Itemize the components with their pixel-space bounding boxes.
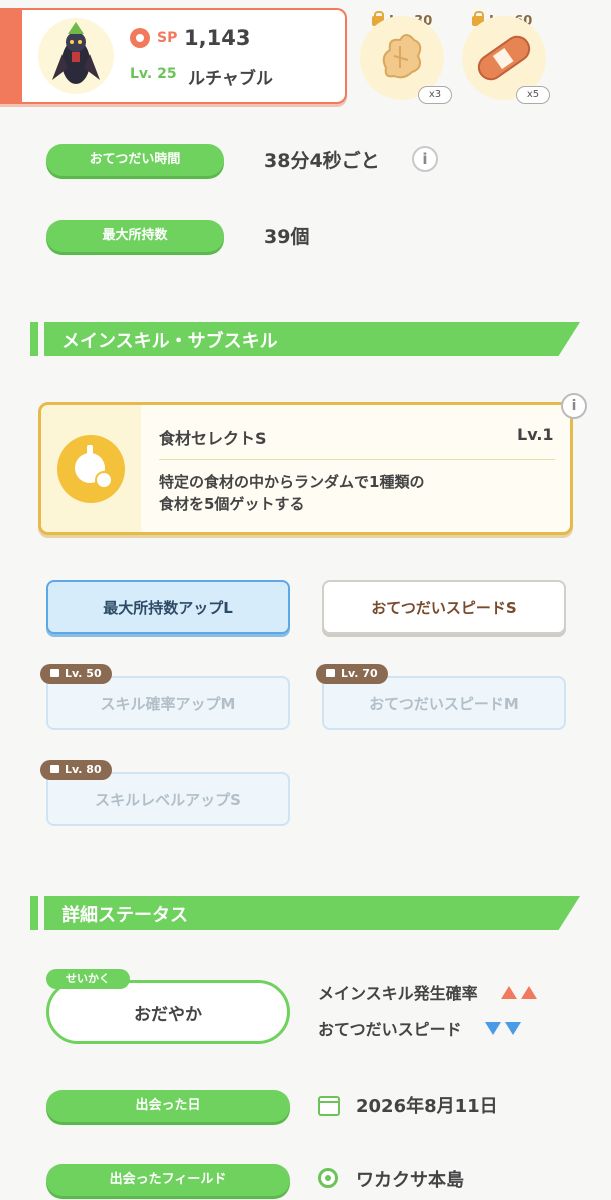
met-field-value: ワカクサ本島 — [356, 1170, 464, 1191]
section-header-skills: メインスキル・サブスキル — [30, 322, 590, 356]
pokemon-avatar — [38, 18, 114, 94]
info-icon[interactable]: i — [412, 146, 438, 172]
sub-skill-button[interactable]: おてつだいスピードS — [322, 580, 566, 634]
header-accent-stripe — [0, 8, 22, 104]
pokemon-level: Lv. 25 — [130, 66, 177, 82]
pokemon-name: ルチャブル — [188, 69, 273, 89]
lock-icon — [50, 765, 59, 773]
help-time-label: おてつだい時間 — [46, 144, 224, 176]
section-title: 詳細ステータス — [62, 905, 188, 926]
check-icon — [95, 471, 113, 489]
lock-level-tag: Lv. 70 — [316, 664, 388, 684]
met-field-label: 出会ったフィールド — [46, 1164, 290, 1196]
sp-icon — [130, 28, 150, 48]
help-time-value: 38分4秒ごと — [264, 150, 380, 172]
nature-down-stat: おてつだいスピード — [318, 1016, 522, 1040]
nature-value: おだやか — [134, 1005, 202, 1025]
lock-icon — [326, 669, 335, 677]
skill-info-icon[interactable]: i — [561, 393, 587, 419]
max-carry-label: 最大所持数 — [46, 220, 224, 252]
ingredient-select-skill-icon — [57, 435, 125, 503]
met-date-value: 2026年8月11日 — [356, 1096, 498, 1117]
main-skill-description: 特定の食材の中からランダムで1種類の 食材を5個ゲットする — [159, 473, 425, 513]
lock-level-tag: Lv. 50 — [40, 664, 112, 684]
nature-tag: せいかく — [46, 969, 130, 989]
up-arrow-icon — [497, 984, 538, 1003]
nature-up-stat: メインスキル発生確率 — [318, 980, 538, 1004]
met-date-label: 出会った日 — [46, 1090, 290, 1122]
sub-skill-button-locked[interactable]: スキルレベルアップS — [46, 772, 290, 826]
sp-value: 1,143 — [184, 26, 251, 50]
sub-skill-button-locked[interactable]: おてつだいスピードM — [322, 676, 566, 730]
sub-skill-button-locked[interactable]: スキル確率アップM — [46, 676, 290, 730]
main-skill-card[interactable]: 食材セレクトS Lv.1 特定の食材の中からランダムで1種類の 食材を5個ゲット… — [38, 393, 587, 535]
down-arrow-icon — [481, 1020, 522, 1039]
location-pin-icon — [318, 1168, 338, 1188]
section-header-details: 詳細ステータス — [30, 896, 590, 930]
max-carry-value: 39個 — [264, 226, 310, 248]
main-skill-name: 食材セレクトS — [159, 429, 267, 448]
divider — [159, 459, 555, 460]
lock-level-tag: Lv. 80 — [40, 760, 112, 780]
main-skill-level: Lv.1 — [517, 425, 554, 444]
calendar-icon — [318, 1096, 340, 1116]
sub-skill-button[interactable]: 最大所持数アップL — [46, 580, 290, 634]
lock-icon — [50, 669, 59, 677]
section-title: メインスキル・サブスキル — [62, 331, 278, 352]
sp-label: SP — [157, 30, 178, 46]
ingredient-2-count: x5 — [516, 86, 550, 104]
ingredient-1-count: x3 — [418, 86, 452, 104]
